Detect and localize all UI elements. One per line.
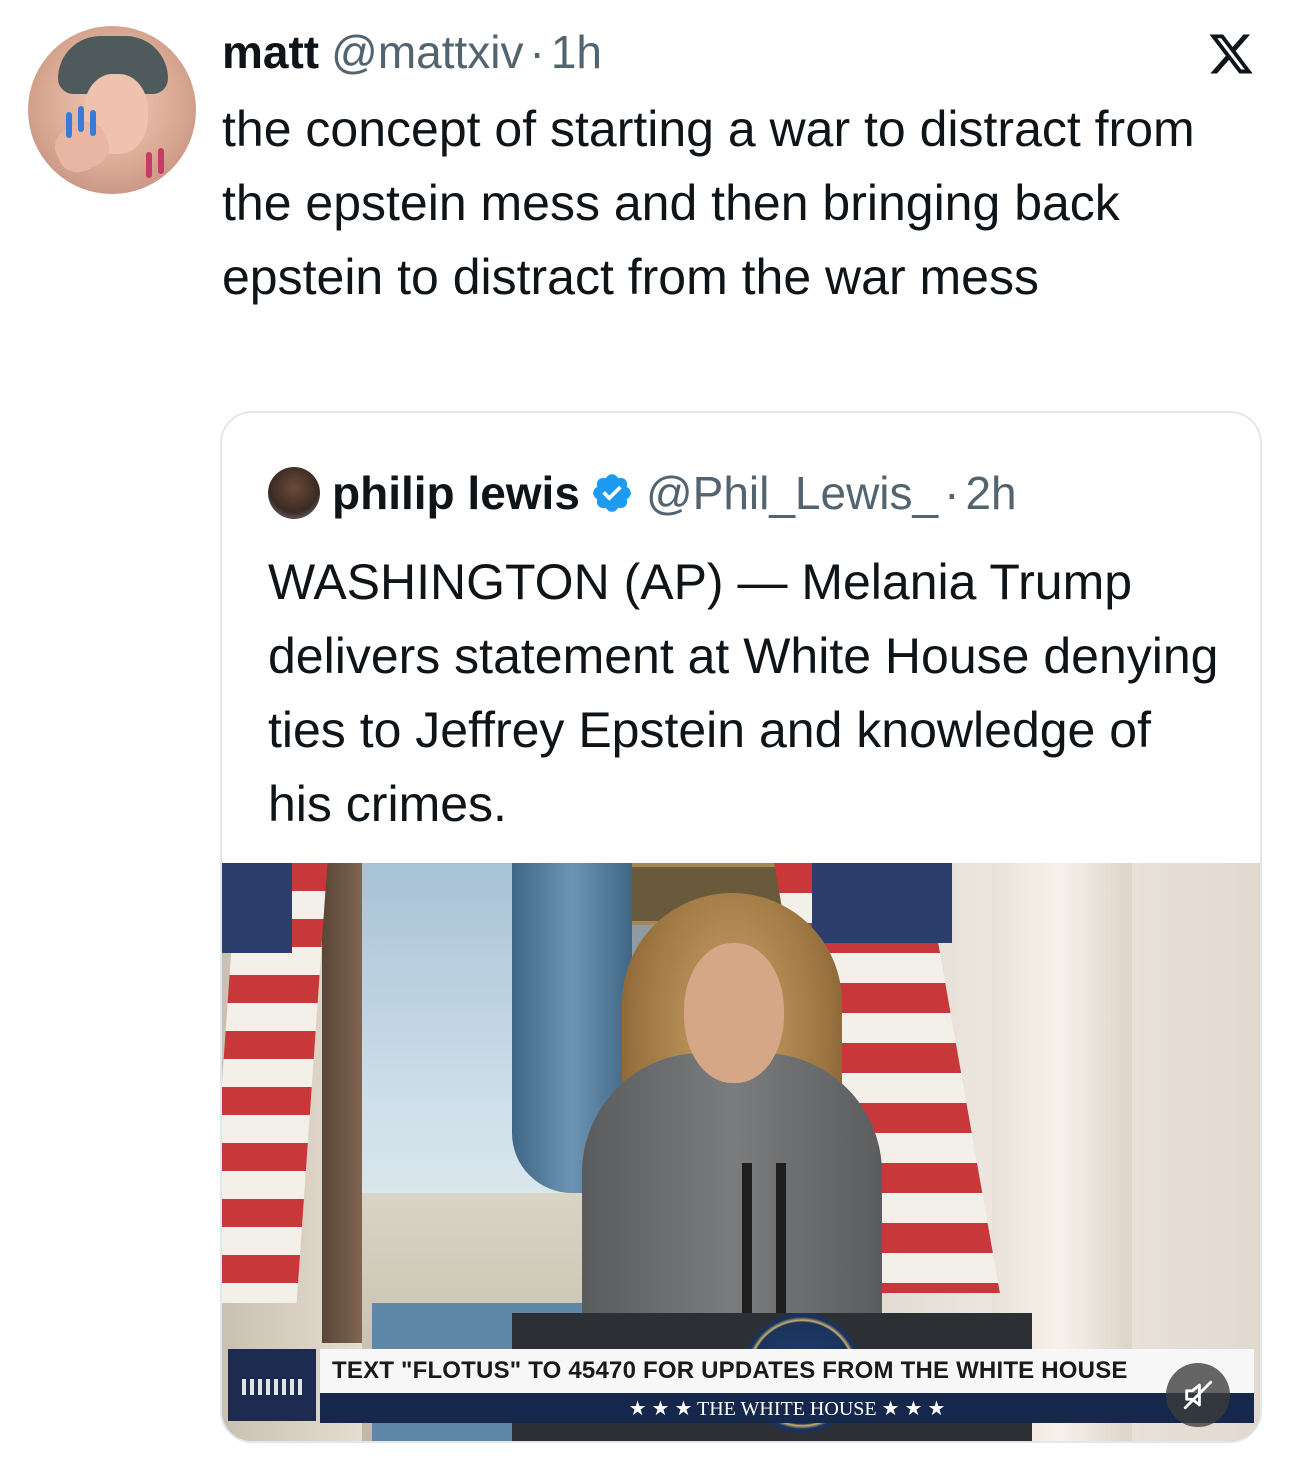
scene-door bbox=[322, 863, 362, 1343]
author-name[interactable]: matt bbox=[222, 25, 319, 79]
tweet-header: matt @mattxiv · 1h bbox=[222, 24, 602, 80]
quoted-author-handle[interactable]: @Phil_Lewis_ bbox=[646, 466, 938, 520]
lower-third-subbar: ★ ★ ★ THE WHITE HOUSE ★ ★ ★ bbox=[320, 1393, 1254, 1423]
quoted-tweet-text: WASHINGTON (AP) — Melania Trump delivers… bbox=[268, 554, 1219, 832]
quoted-author-avatar[interactable] bbox=[268, 467, 320, 519]
tweet-text: the concept of starting a war to distrac… bbox=[222, 101, 1195, 305]
lower-third-subtext: ★ ★ ★ THE WHITE HOUSE ★ ★ ★ bbox=[628, 1397, 946, 1420]
lower-third-text: TEXT "FLOTUS" TO 45470 FOR UPDATES FROM … bbox=[332, 1357, 1128, 1384]
flag-left-canton bbox=[222, 863, 292, 953]
video-thumbnail[interactable]: TEXT "FLOTUS" TO 45470 FOR UPDATES FROM … bbox=[222, 863, 1260, 1441]
separator-dot: · bbox=[529, 26, 545, 78]
x-logo-icon bbox=[1209, 34, 1253, 74]
sound-off-icon bbox=[1183, 1380, 1213, 1410]
quoted-tweet[interactable]: philip lewis @Phil_Lewis_ · 2h WASHINGTO… bbox=[220, 411, 1262, 1443]
previous-tweet-clipped bbox=[0, 0, 1290, 12]
news-lower-third: TEXT "FLOTUS" TO 45470 FOR UPDATES FROM … bbox=[222, 1349, 1260, 1429]
verified-badge-icon bbox=[593, 474, 631, 512]
quoted-author-name[interactable]: philip lewis bbox=[332, 466, 580, 520]
tweet-time[interactable]: 1h bbox=[551, 25, 602, 79]
white-house-logo bbox=[228, 1349, 316, 1421]
flag-right-canton bbox=[812, 863, 952, 943]
speaker-face bbox=[684, 943, 784, 1083]
quoted-tweet-time[interactable]: 2h bbox=[965, 466, 1016, 520]
mute-button[interactable] bbox=[1166, 1363, 1230, 1427]
lower-third-bar: TEXT "FLOTUS" TO 45470 FOR UPDATES FROM … bbox=[320, 1349, 1254, 1393]
quoted-tweet-header: philip lewis @Phil_Lewis_ · 2h bbox=[268, 465, 1017, 521]
author-avatar[interactable] bbox=[28, 26, 196, 194]
author-handle[interactable]: @mattxiv bbox=[331, 25, 523, 79]
separator-dot: · bbox=[944, 467, 960, 519]
